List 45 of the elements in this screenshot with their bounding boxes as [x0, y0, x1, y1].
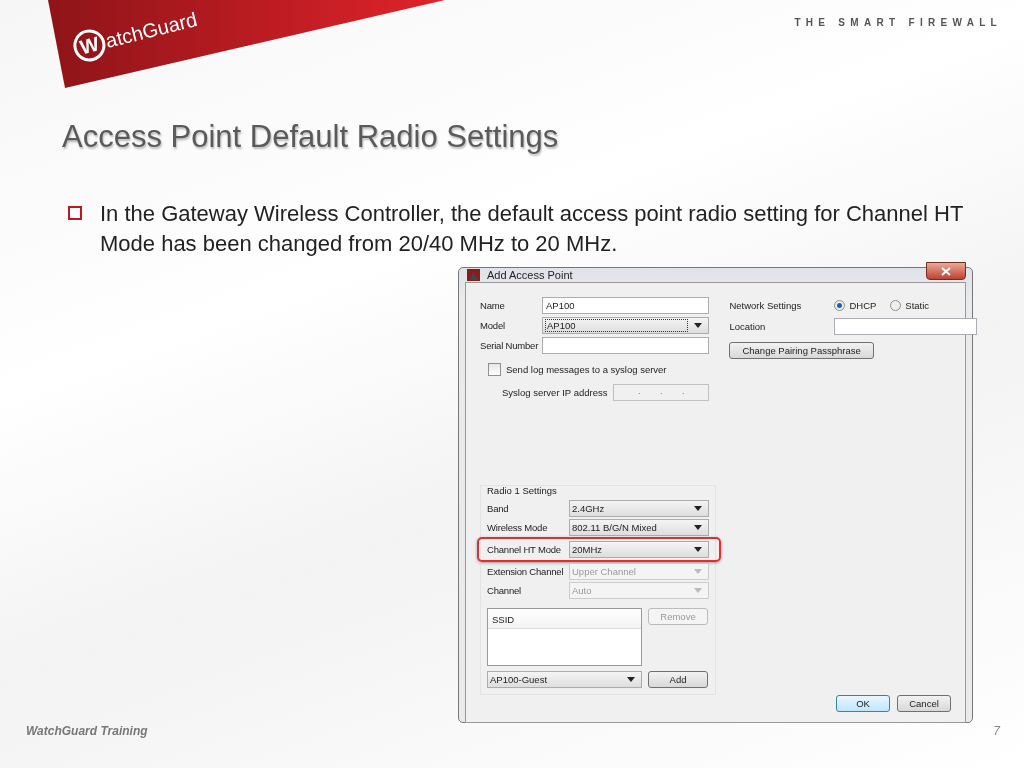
- slide-title: Access Point Default Radio Settings: [62, 118, 560, 156]
- radio-option[interactable]: Static: [890, 300, 930, 311]
- change-passphrase-button[interactable]: Change Pairing Passphrase: [729, 342, 874, 359]
- cancel-button[interactable]: Cancel: [897, 695, 951, 712]
- bullet-text: In the Gateway Wireless Controller, the default access point radio setting for Channel HT Mode has been changed from 20/40 MHz to 20 MHz.: [100, 200, 964, 258]
- caret-icon: [694, 569, 702, 574]
- input-field[interactable]: AP100: [542, 296, 710, 314]
- window-title: Add Access Point: [487, 269, 574, 281]
- group-title: Radio 1 Settings: [487, 485, 558, 496]
- square-bullet-icon: [68, 206, 82, 220]
- checkbox[interactable]: [488, 363, 501, 376]
- input-field[interactable]: [542, 336, 710, 354]
- caret-icon: [694, 525, 702, 530]
- input-field[interactable]: [834, 318, 978, 335]
- dropdown[interactable]: AP100: [542, 316, 710, 334]
- field-label: Channel: [487, 585, 522, 596]
- footer-text: WatchGuard Training: [26, 724, 148, 738]
- caret-icon: [694, 547, 702, 552]
- caret-icon: [627, 677, 635, 682]
- close-button[interactable]: [926, 262, 966, 280]
- ok-button[interactable]: OK: [836, 695, 890, 712]
- close-icon: [941, 266, 951, 276]
- field-label: Extension Channel: [487, 566, 565, 577]
- caret-icon: [694, 322, 703, 328]
- field-label: Serial Number: [480, 339, 540, 351]
- field-label: Syslog server IP address: [502, 387, 608, 398]
- dropdown[interactable]: AP100-Guest: [487, 671, 642, 688]
- field-label: Location: [729, 321, 767, 332]
- caret-icon: [694, 506, 702, 511]
- add-button[interactable]: Add: [648, 671, 708, 688]
- tagline: THE SMART FIREWALL: [794, 17, 1002, 28]
- field-label: Channel HT Mode: [487, 544, 562, 555]
- caret-icon: [694, 588, 702, 593]
- app-icon: [467, 268, 481, 282]
- dropdown[interactable]: 20MHz: [569, 541, 709, 558]
- field-label: Band: [487, 503, 510, 514]
- radio-option[interactable]: DHCP: [834, 300, 877, 311]
- dropdown[interactable]: 802.11 B/G/N Mixed: [569, 519, 709, 536]
- dropdown[interactable]: 2.4GHz: [569, 500, 709, 517]
- field-label: Model: [480, 319, 506, 331]
- field-label: Name: [480, 299, 506, 311]
- checkbox-label: Send log messages to a syslog server: [506, 364, 667, 375]
- field-label: Wireless Mode: [487, 522, 549, 533]
- field-label: Network Settings: [729, 300, 803, 311]
- page-number: 7: [993, 724, 1000, 738]
